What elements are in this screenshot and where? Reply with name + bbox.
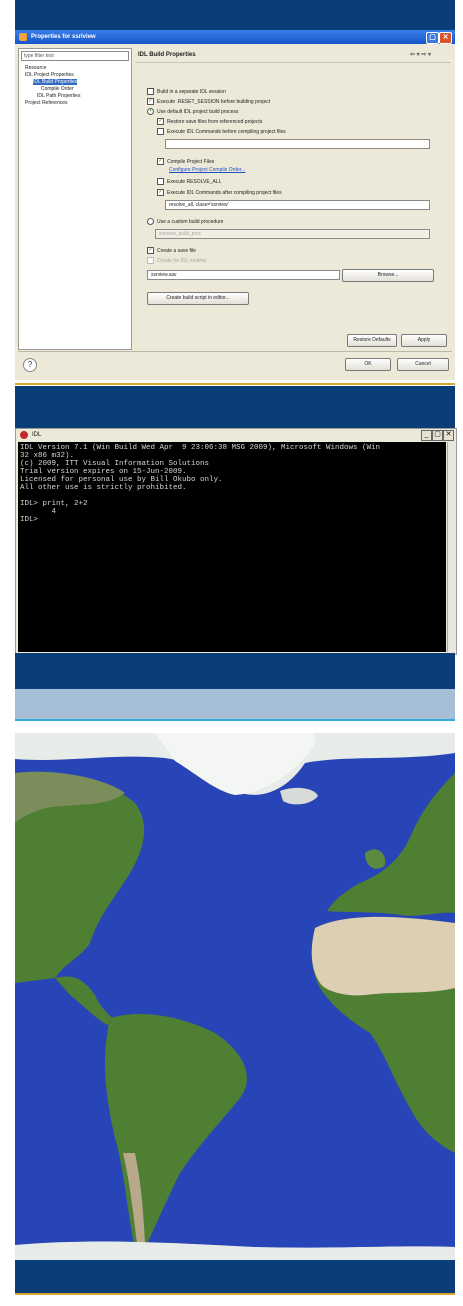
console-line: 4 [20,508,57,516]
option-label: Execute RESOLVE_ALL [167,178,222,185]
tree-item-resource[interactable]: Resource [19,65,131,72]
apply-button[interactable]: Apply [401,334,447,347]
console-title: IDL [32,432,42,438]
checkbox-checked-icon[interactable]: ✓ [157,118,164,125]
map-header-strip [15,689,455,719]
idl-console-window: IDL _ ▢ ✕ IDL Version 7.1 (Win Build Wed… [15,428,457,655]
world-map-image [15,733,455,1260]
option-execute-before[interactable]: ✓ Execute .RESET_SESSION before building … [147,98,270,105]
filter-input[interactable]: type filter text [21,51,129,61]
option-create-save[interactable]: ✓ Create a save file [147,247,196,254]
checkbox-icon[interactable] [147,88,154,95]
maximize-button[interactable]: ▢ [426,32,439,44]
console-title-bar: IDL _ ▢ ✕ [16,429,456,441]
tree-item-project-references[interactable]: Project References [19,100,131,107]
minimize-button[interactable]: _ [421,430,432,441]
help-icon[interactable]: ? [23,358,37,372]
option-label: Restore save files from referenced proje… [167,118,263,125]
option-restore-save[interactable]: ✓ Restore save files from referenced proj… [157,118,262,125]
option-compile-project[interactable]: ✓ Compile Project Files [157,158,214,165]
maximize-button[interactable]: ▢ [432,430,443,441]
header-band [15,0,455,30]
dialog-title-bar: Properties for ssriview ▢ ✕ [15,30,455,44]
option-exec-after[interactable]: ✓ Execute IDL Commands after compiling pr… [157,189,282,196]
cancel-button[interactable]: Cancel [397,358,449,371]
option-resolve-all[interactable]: Execute RESOLVE_ALL [157,178,221,185]
divider-gold-line [15,383,455,385]
create-build-script-button[interactable]: Create build script in editor... [147,292,249,305]
option-use-default[interactable]: • Use default IDL project build process [147,108,239,115]
map-header-line [15,719,455,721]
ok-button[interactable]: OK [345,358,391,371]
option-label: Build in a separate IDL session [157,88,226,95]
console-line: 32 x86 m32). [20,452,75,460]
browse-button[interactable]: Browse... [342,269,434,282]
checkbox-disabled-icon[interactable] [147,257,154,264]
option-label: Create for IDL runtime [157,257,207,264]
close-button[interactable]: ✕ [439,32,452,44]
option-create-runtime[interactable]: Create for IDL runtime [147,257,206,264]
page-title-text: IDL Build Properties [138,52,196,58]
console-line: Licensed for personal use by Bill Okubo … [20,476,223,484]
restore-defaults-button[interactable]: Restore Defaults [347,334,397,347]
footer-gold-line [15,1293,455,1295]
tree-item-idl-project-properties[interactable]: IDL Project Properties [19,72,131,79]
option-label: Use a custom build procedure [157,218,224,225]
tree-item-compile-order[interactable]: Compile Order [19,86,131,93]
before-commands-field[interactable] [165,139,430,149]
save-file-field[interactable]: ssrview.sav [147,270,340,280]
properties-tree: Resource IDL Project Properties IDL Buil… [19,65,131,107]
console-output[interactable]: IDL Version 7.1 (Win Build Wed Apr 9 23:… [18,442,446,652]
option-label: Use default IDL project build process [157,108,239,115]
close-button[interactable]: ✕ [443,430,454,441]
checkbox-checked-icon[interactable]: ✓ [157,158,164,165]
checkbox-icon[interactable] [157,178,164,185]
console-scrollbar[interactable] [447,442,455,652]
configure-order-link[interactable]: Configure Project Compile Order... [169,167,245,173]
back-forward-icon[interactable]: ⇦ ▾ ⇨ ▾ [410,48,431,62]
option-label: Execute IDL Commands before compiling pr… [167,128,286,135]
dialog-title: Properties for ssriview [31,34,96,40]
option-separate-session[interactable]: Build in a separate IDL session [147,88,226,95]
tree-item-idl-path-properties[interactable]: IDL Path Properties [19,93,131,100]
option-label: Create a save file [157,247,196,254]
checkbox-checked-icon[interactable]: ✓ [157,189,164,196]
radio-icon[interactable] [147,218,154,225]
page-title: IDL Build Properties ⇦ ▾ ⇨ ▾ [135,48,451,63]
checkbox-checked-icon[interactable]: ✓ [147,247,154,254]
section-band [15,653,455,689]
option-label: Execute IDL Commands after compiling pro… [167,189,282,196]
checkbox-checked-icon[interactable]: ✓ [147,98,154,105]
idl-icon [20,431,28,439]
console-line: IDL Version 7.1 (Win Build Wed Apr 9 23:… [20,444,381,452]
console-line: Trial version expires on 15-Jun-2009. [20,468,187,476]
custom-procedure-field[interactable]: ssrview_build_proc [155,229,430,239]
option-exec-before[interactable]: Execute IDL Commands before compiling pr… [157,128,286,135]
properties-dialog: Properties for ssriview ▢ ✕ type filter … [15,30,455,380]
console-line: (c) 2009, ITT Visual Information Solutio… [20,460,210,468]
tree-item-idl-build-properties[interactable]: IDL Build Properties [33,79,78,85]
option-label: Compile Project Files [167,158,215,165]
section-band [15,386,455,428]
console-line: IDL> print, 2+2 [20,500,88,508]
option-custom-build[interactable]: Use a custom build procedure [147,218,223,225]
option-label: Execute .RESET_SESSION before building p… [157,98,271,105]
checkbox-icon[interactable] [157,128,164,135]
console-line: IDL> [20,516,39,524]
console-line: All other use is strictly prohibited. [20,484,187,492]
radio-selected-icon[interactable]: • [147,108,154,115]
eclipse-icon [19,33,27,41]
build-properties-page: IDL Build Properties ⇦ ▾ ⇨ ▾ Build in a … [135,48,451,348]
dialog-separator [18,351,452,352]
footer-band [15,1260,455,1293]
after-commands-field[interactable]: resolve_all, class='ssrview' [165,200,430,210]
properties-tree-panel: type filter text Resource IDL Project Pr… [18,48,132,350]
